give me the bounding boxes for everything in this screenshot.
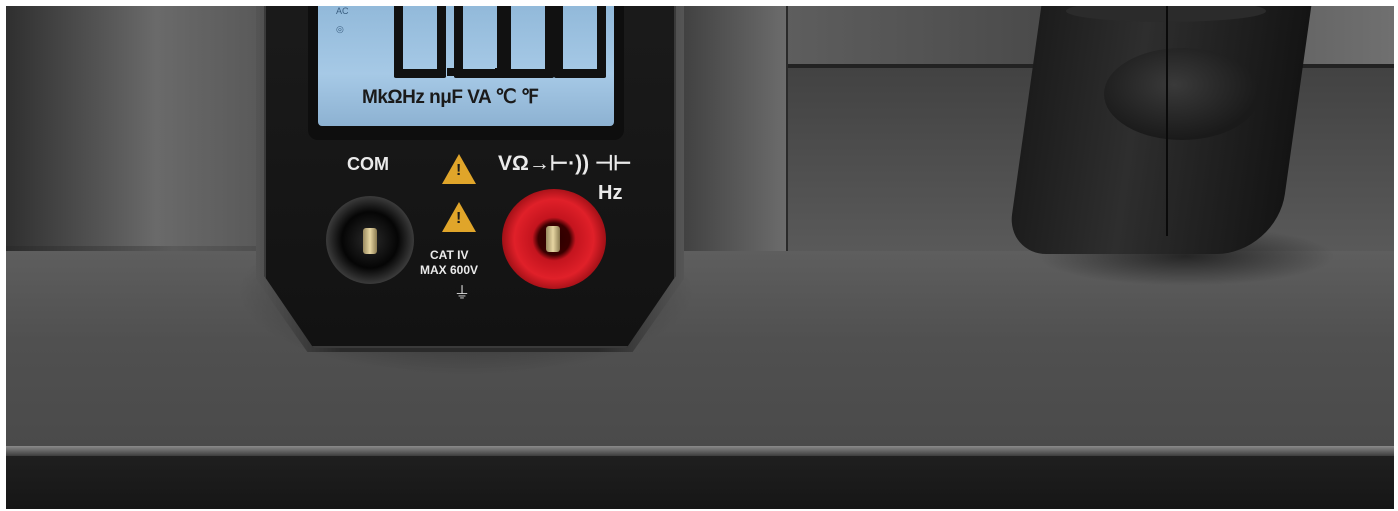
- hz-label: Hz: [598, 182, 623, 204]
- decimal-point: [547, 68, 555, 76]
- com-jack: [326, 196, 414, 284]
- decimal-point: [447, 68, 455, 76]
- v-jack: [502, 189, 606, 289]
- com-label: COM: [347, 154, 389, 174]
- auto-indicator: ◎: [336, 24, 344, 34]
- lcd-indicators: AC ◎: [336, 6, 354, 76]
- left-panel: [6, 6, 256, 246]
- ground-icon: ⏚: [454, 285, 471, 302]
- lcd-units: MkΩHz nμF VA ℃ ℉: [362, 87, 539, 108]
- jack-pin: [363, 228, 377, 254]
- table-edge: [6, 446, 1394, 456]
- cat-rating-label: CAT IV: [430, 248, 469, 262]
- warning-triangle-icon: [442, 154, 476, 184]
- max-voltage-label: MAX 600V: [420, 263, 479, 277]
- photo-scene: AC ◎ MkΩHz nμF VA ℃ ℉ COM VΩ→⊢·)) ⊣⊢ Hz …: [6, 6, 1394, 509]
- v-ohm-label: VΩ→⊢·)) ⊣⊢: [498, 152, 632, 175]
- decimal-point: [495, 68, 503, 76]
- clamp-seam: [1166, 6, 1168, 236]
- ac-indicator: AC: [336, 6, 349, 16]
- clamp-button: [1104, 48, 1260, 140]
- lcd-digit: [554, 6, 606, 78]
- jack-pin: [546, 226, 560, 252]
- warning-triangle-icon: [442, 202, 476, 232]
- lcd-digit: [394, 6, 446, 78]
- table-front: [6, 456, 1394, 509]
- middle-panel: [666, 6, 788, 256]
